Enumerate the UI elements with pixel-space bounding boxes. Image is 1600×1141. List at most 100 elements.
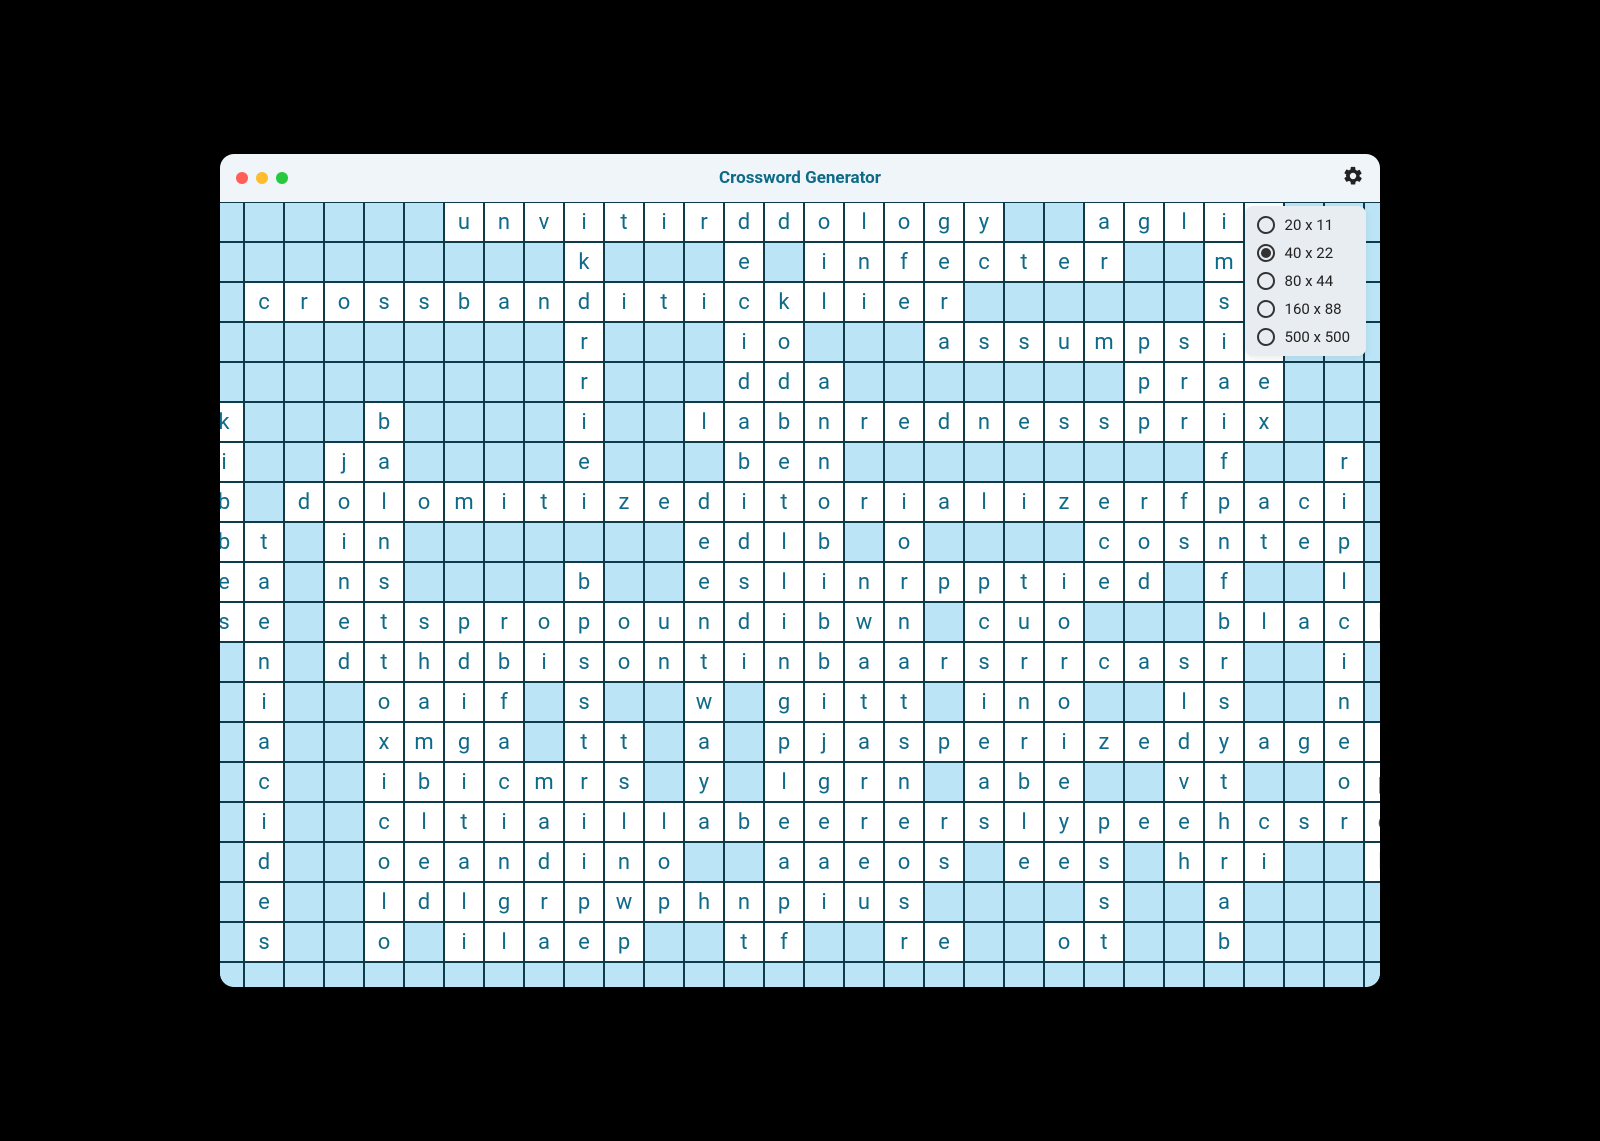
grid-cell[interactable] xyxy=(404,922,444,962)
grid-cell[interactable]: o xyxy=(884,842,924,882)
grid-cell[interactable] xyxy=(1084,762,1124,802)
grid-cell[interactable] xyxy=(444,522,484,562)
grid-cell[interactable] xyxy=(884,442,924,482)
grid-cell[interactable] xyxy=(444,242,484,282)
grid-cell[interactable]: r xyxy=(1164,402,1204,442)
grid-cell[interactable]: s xyxy=(1164,642,1204,682)
grid-cell[interactable]: s xyxy=(564,642,604,682)
grid-cell[interactable]: n xyxy=(324,562,364,602)
grid-cell[interactable]: t xyxy=(364,642,404,682)
grid-cell[interactable]: t xyxy=(604,202,644,242)
grid-cell[interactable] xyxy=(1084,682,1124,722)
grid-cell[interactable] xyxy=(604,962,644,987)
grid-cell[interactable]: l xyxy=(1004,802,1044,842)
grid-cell[interactable] xyxy=(364,202,404,242)
grid-cell[interactable]: e xyxy=(684,562,724,602)
grid-cell[interactable]: a xyxy=(804,362,844,402)
grid-cell[interactable]: c xyxy=(1324,602,1364,642)
grid-cell[interactable]: n xyxy=(844,562,884,602)
grid-cell[interactable]: b xyxy=(1204,922,1244,962)
grid-cell[interactable]: m xyxy=(1084,322,1124,362)
grid-cell[interactable] xyxy=(644,562,684,602)
grid-cell[interactable] xyxy=(1004,362,1044,402)
grid-cell[interactable] xyxy=(404,322,444,362)
grid-cell[interactable]: a xyxy=(1204,362,1244,402)
grid-cell[interactable]: r xyxy=(884,922,924,962)
grid-cell[interactable]: d xyxy=(724,362,764,402)
grid-cell[interactable] xyxy=(644,362,684,402)
grid-cell[interactable]: n xyxy=(524,282,564,322)
grid-cell[interactable] xyxy=(220,682,244,722)
grid-cell[interactable]: l xyxy=(444,882,484,922)
grid-cell[interactable]: n xyxy=(844,242,884,282)
grid-cell[interactable] xyxy=(1124,442,1164,482)
grid-cell[interactable]: c xyxy=(1084,522,1124,562)
grid-cell[interactable]: r xyxy=(1204,842,1244,882)
grid-cell[interactable]: s xyxy=(1044,402,1084,442)
grid-cell[interactable] xyxy=(1364,362,1380,402)
grid-cell[interactable] xyxy=(404,442,444,482)
grid-cell[interactable] xyxy=(1124,762,1164,802)
grid-cell[interactable] xyxy=(724,722,764,762)
grid-cell[interactable]: c xyxy=(1284,482,1324,522)
grid-cell[interactable] xyxy=(284,522,324,562)
grid-cell[interactable] xyxy=(484,322,524,362)
grid-cell[interactable] xyxy=(1044,962,1084,987)
grid-cell[interactable]: e xyxy=(1084,562,1124,602)
grid-cell[interactable] xyxy=(1164,882,1204,922)
grid-cell[interactable]: c xyxy=(364,802,404,842)
grid-cell[interactable] xyxy=(284,322,324,362)
grid-cell[interactable]: m xyxy=(404,722,444,762)
grid-cell[interactable]: z xyxy=(1084,722,1124,762)
grid-cell[interactable]: i xyxy=(1244,842,1284,882)
grid-cell[interactable]: n xyxy=(684,602,724,642)
grid-cell[interactable] xyxy=(324,842,364,882)
grid-cell[interactable] xyxy=(284,922,324,962)
grid-cell[interactable]: i xyxy=(484,802,524,842)
grid-cell[interactable] xyxy=(364,362,404,402)
grid-cell[interactable] xyxy=(220,642,244,682)
grid-cell[interactable]: l xyxy=(764,562,804,602)
grid-cell[interactable] xyxy=(644,442,684,482)
grid-cell[interactable]: w xyxy=(604,882,644,922)
grid-cell[interactable]: e xyxy=(764,442,804,482)
grid-cell[interactable]: p xyxy=(1324,522,1364,562)
grid-cell[interactable]: b xyxy=(364,402,404,442)
grid-cell[interactable]: s xyxy=(404,602,444,642)
grid-cell[interactable] xyxy=(284,682,324,722)
grid-cell[interactable] xyxy=(324,682,364,722)
grid-cell[interactable] xyxy=(1284,362,1324,402)
grid-cell[interactable]: p xyxy=(1364,762,1380,802)
grid-cell[interactable]: s xyxy=(220,602,244,642)
grid-cell[interactable] xyxy=(524,362,564,402)
grid-cell[interactable]: s xyxy=(924,842,964,882)
grid-cell[interactable]: f xyxy=(1204,562,1244,602)
grid-cell[interactable] xyxy=(644,522,684,562)
grid-cell[interactable]: i xyxy=(644,202,684,242)
grid-cell[interactable] xyxy=(524,402,564,442)
grid-cell[interactable] xyxy=(1004,882,1044,922)
grid-cell[interactable] xyxy=(524,722,564,762)
grid-cell[interactable]: x xyxy=(1244,402,1284,442)
grid-cell[interactable] xyxy=(244,362,284,402)
grid-cell[interactable] xyxy=(684,242,724,282)
grid-cell[interactable]: l xyxy=(1164,202,1204,242)
grid-cell[interactable]: y xyxy=(684,762,724,802)
grid-cell[interactable]: s xyxy=(244,922,284,962)
grid-cell[interactable] xyxy=(764,242,804,282)
grid-cell[interactable]: t xyxy=(844,682,884,722)
grid-cell[interactable]: i xyxy=(804,882,844,922)
grid-cell[interactable] xyxy=(524,962,564,987)
grid-cell[interactable]: l xyxy=(644,802,684,842)
grid-cell[interactable]: h xyxy=(1164,842,1204,882)
grid-cell[interactable]: u xyxy=(644,602,684,642)
grid-cell[interactable] xyxy=(724,682,764,722)
grid-cell[interactable] xyxy=(220,242,244,282)
grid-cell[interactable] xyxy=(1124,242,1164,282)
grid-cell[interactable] xyxy=(924,882,964,922)
grid-cell[interactable] xyxy=(484,442,524,482)
grid-cell[interactable] xyxy=(1284,642,1324,682)
grid-cell[interactable]: n xyxy=(364,522,404,562)
grid-cell[interactable]: p xyxy=(1084,802,1124,842)
grid-cell[interactable] xyxy=(924,602,964,642)
